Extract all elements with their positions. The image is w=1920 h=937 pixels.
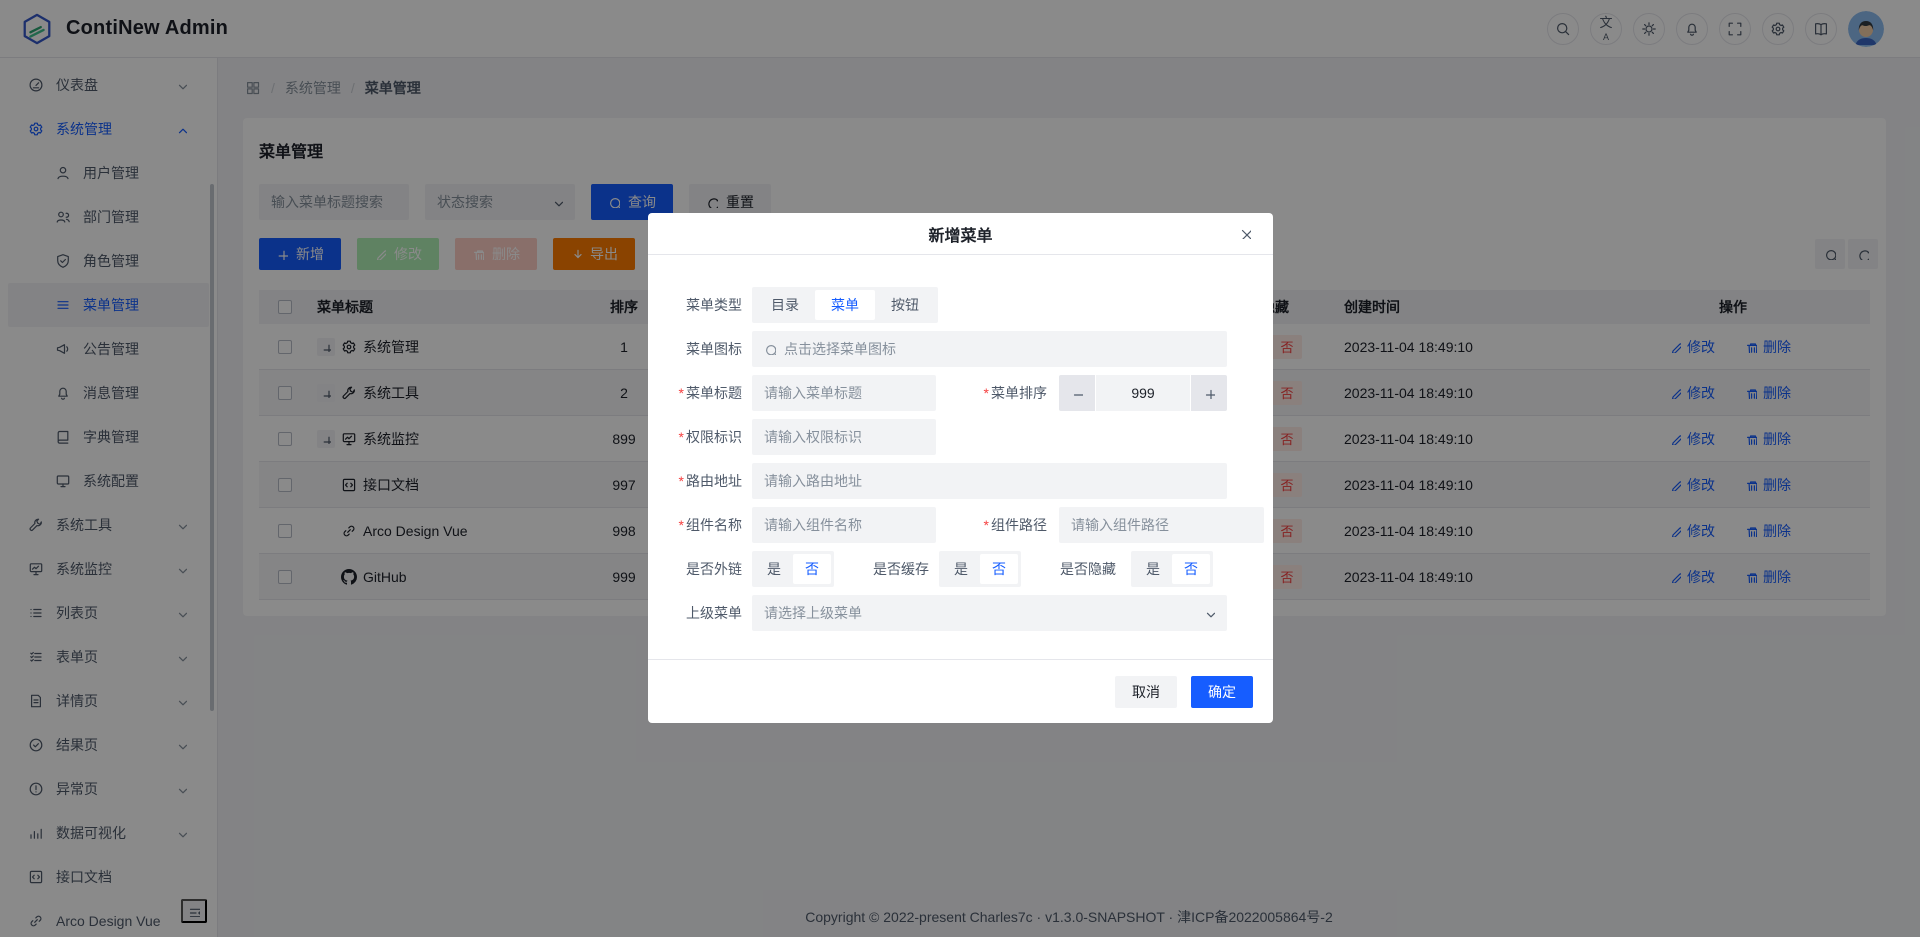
hidden-no[interactable]: 否 bbox=[1172, 554, 1210, 584]
menu-sort-value[interactable]: 999 bbox=[1096, 375, 1190, 411]
route-label: 路由地址 bbox=[668, 471, 742, 491]
hidden-yes[interactable]: 是 bbox=[1134, 554, 1172, 584]
type-option-button[interactable]: 按钮 bbox=[875, 290, 935, 320]
component-name-field bbox=[752, 507, 936, 543]
external-segmented: 是 否 bbox=[752, 551, 834, 587]
close-icon[interactable] bbox=[1233, 226, 1257, 240]
modal-title: 新增菜单 bbox=[928, 222, 992, 246]
permission-input[interactable] bbox=[764, 429, 924, 445]
menu-sort-stepper: 999 bbox=[1059, 375, 1227, 411]
hidden-segmented: 是 否 bbox=[1131, 551, 1213, 587]
menu-icon-input[interactable] bbox=[784, 341, 1215, 357]
cache-label: 是否缓存 bbox=[873, 559, 929, 579]
external-label: 是否外链 bbox=[668, 559, 742, 579]
component-name-label: 组件名称 bbox=[668, 515, 742, 535]
menu-title-field bbox=[752, 375, 936, 411]
cache-yes[interactable]: 是 bbox=[942, 554, 980, 584]
cancel-button[interactable]: 取消 bbox=[1115, 676, 1177, 708]
menu-title-label: 菜单标题 bbox=[668, 383, 742, 403]
cache-segmented: 是 否 bbox=[939, 551, 1021, 587]
menu-sort-label: 菜单排序 bbox=[961, 383, 1047, 403]
type-option-directory[interactable]: 目录 bbox=[755, 290, 815, 320]
component-path-field bbox=[1059, 507, 1264, 543]
route-field bbox=[752, 463, 1227, 499]
minus-icon[interactable] bbox=[1059, 375, 1095, 411]
hidden-label: 是否隐藏 bbox=[1058, 559, 1116, 579]
confirm-button[interactable]: 确定 bbox=[1191, 676, 1253, 708]
plus-icon[interactable] bbox=[1191, 375, 1227, 411]
menu-icon-picker[interactable] bbox=[752, 331, 1227, 367]
menu-type-segmented: 目录 菜单 按钮 bbox=[752, 287, 938, 323]
cache-no[interactable]: 否 bbox=[980, 554, 1018, 584]
external-yes[interactable]: 是 bbox=[755, 554, 793, 584]
parent-menu-select[interactable]: 请选择上级菜单 bbox=[752, 595, 1227, 631]
menu-title-input[interactable] bbox=[764, 385, 924, 401]
permission-field bbox=[752, 419, 936, 455]
route-input[interactable] bbox=[764, 473, 1215, 489]
modal-footer: 取消 确定 bbox=[648, 659, 1273, 723]
modal-header: 新增菜单 bbox=[648, 213, 1273, 255]
component-path-input[interactable] bbox=[1071, 517, 1252, 533]
search-icon bbox=[764, 343, 776, 355]
menu-type-label: 菜单类型 bbox=[668, 295, 742, 315]
menu-icon-label: 菜单图标 bbox=[668, 339, 742, 359]
external-no[interactable]: 否 bbox=[793, 554, 831, 584]
add-menu-modal: 新增菜单 菜单类型 目录 菜单 按钮 菜单图标 菜单标题 菜单排 bbox=[648, 213, 1273, 723]
component-path-label: 组件路径 bbox=[961, 515, 1047, 535]
component-name-input[interactable] bbox=[764, 517, 924, 533]
type-option-menu[interactable]: 菜单 bbox=[815, 290, 875, 320]
parent-menu-label: 上级菜单 bbox=[668, 603, 742, 623]
permission-label: 权限标识 bbox=[668, 427, 742, 447]
chevron-down-icon bbox=[1203, 607, 1215, 619]
modal-body: 菜单类型 目录 菜单 按钮 菜单图标 菜单标题 菜单排序 999 bbox=[648, 255, 1273, 659]
